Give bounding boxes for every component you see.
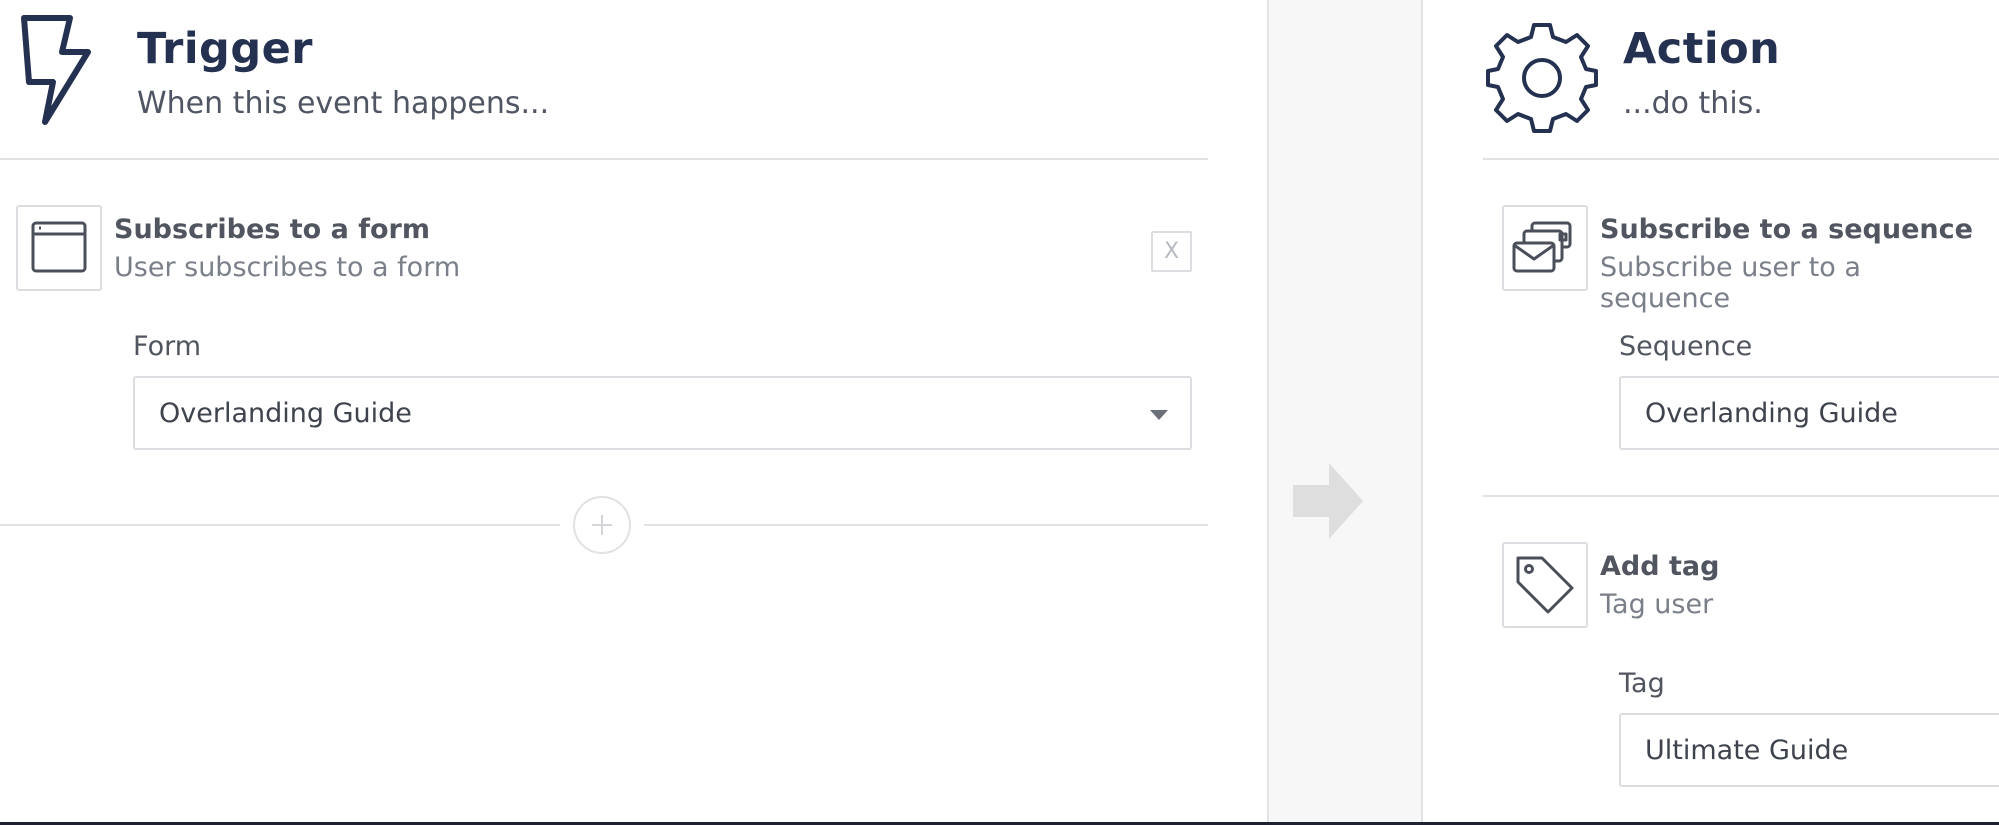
trigger-item-title: Subscribes to a form	[114, 214, 430, 245]
tag-item-title: Add tag	[1600, 551, 1720, 582]
add-divider-right	[644, 524, 1208, 526]
sequence-item-icon-box	[1502, 205, 1588, 291]
form-field-label: Form	[133, 331, 202, 362]
browser-window-icon	[31, 221, 87, 273]
gear-icon	[1486, 23, 1598, 133]
tag-field-label: Tag	[1619, 668, 1665, 699]
action-header-divider	[1483, 158, 1999, 160]
tag-item-subtitle: Tag user	[1600, 589, 1714, 620]
tag-icon	[1516, 556, 1574, 614]
action-subtitle: ...do this.	[1623, 86, 1763, 121]
action-title: Action	[1623, 24, 1781, 74]
flow-gutter	[1267, 0, 1423, 825]
action-item-divider	[1483, 495, 1999, 497]
arrow-right-icon	[1293, 463, 1363, 539]
sequence-select[interactable]: Overlanding Guide	[1619, 376, 1999, 450]
tag-select[interactable]: Ultimate Guide	[1619, 713, 1999, 787]
trigger-header-divider	[0, 158, 1208, 160]
add-trigger-button[interactable]	[573, 496, 631, 554]
remove-trigger-button[interactable]: X	[1151, 231, 1192, 272]
sequence-item-subtitle: Subscribe user to a sequence	[1600, 252, 1861, 314]
sequence-field-label: Sequence	[1619, 331, 1753, 362]
trigger-subtitle: When this event happens...	[137, 86, 550, 121]
add-divider-left	[0, 524, 560, 526]
lightning-icon	[21, 15, 91, 125]
tag-item-icon-box	[1502, 542, 1588, 628]
trigger-title: Trigger	[137, 24, 313, 74]
tag-select-value: Ultimate Guide	[1645, 735, 1849, 766]
chevron-down-icon	[1150, 410, 1168, 420]
trigger-item-icon-box	[16, 205, 102, 291]
trigger-item-subtitle: User subscribes to a form	[114, 252, 461, 283]
form-select[interactable]: Overlanding Guide	[133, 376, 1192, 450]
sequence-item-title: Subscribe to a sequence	[1600, 214, 1973, 245]
email-sequence-icon	[1512, 221, 1572, 273]
form-select-value: Overlanding Guide	[159, 398, 412, 429]
trigger-panel: Trigger When this event happens... Subsc…	[0, 0, 1208, 825]
plus-icon	[592, 515, 612, 535]
sequence-select-value: Overlanding Guide	[1645, 398, 1898, 429]
action-panel: Action ...do this. Subscribe to a sequen…	[1423, 0, 1999, 825]
